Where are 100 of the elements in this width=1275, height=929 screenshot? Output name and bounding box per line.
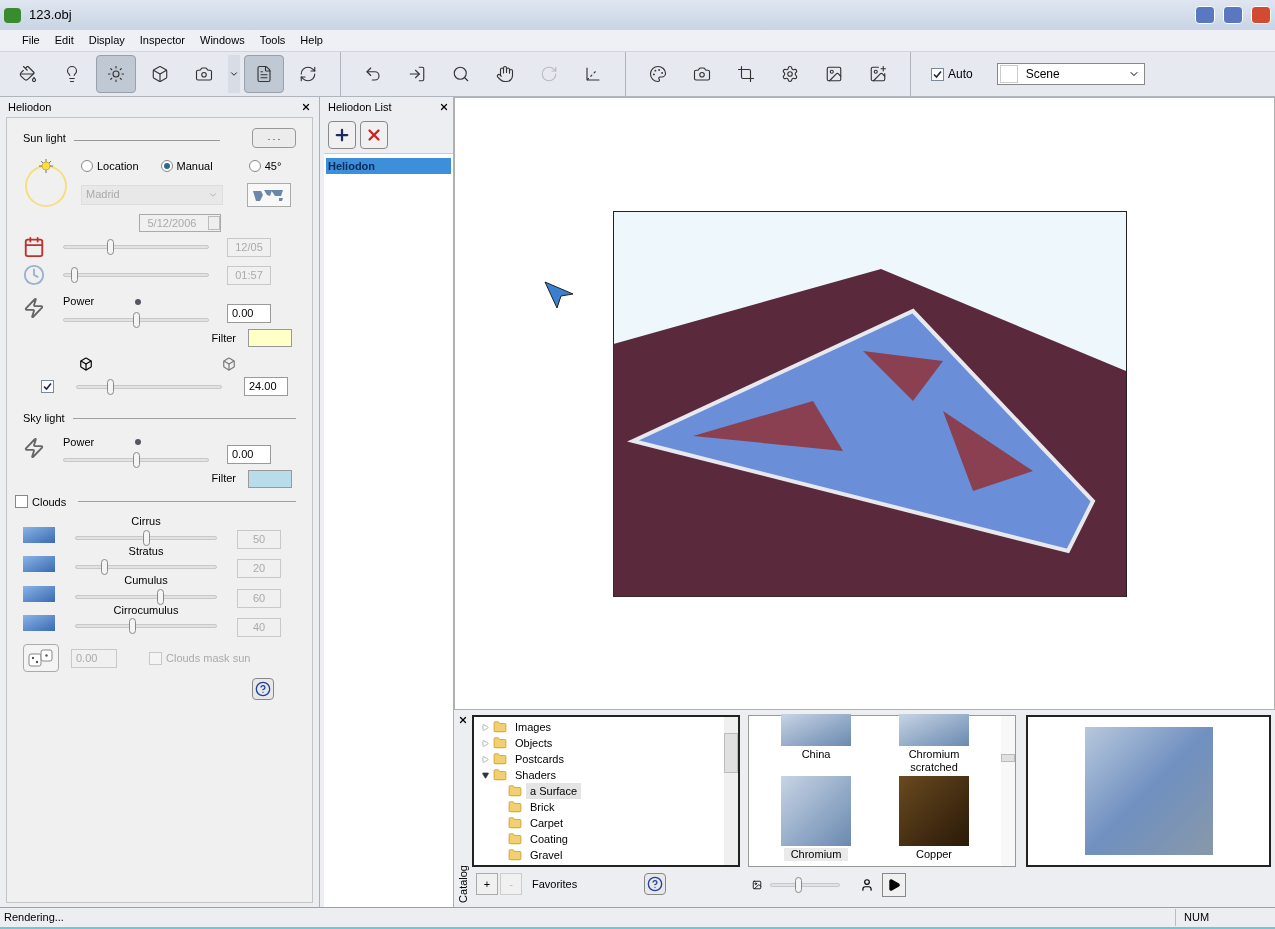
delete-icon (365, 126, 383, 144)
folder-icon (493, 720, 507, 734)
calendar-icon (23, 236, 45, 258)
catalog-label: Catalog (455, 865, 470, 903)
tree-item[interactable]: Gravel (526, 846, 567, 864)
menu-item[interactable]: Tools (259, 32, 286, 49)
minimize-button[interactable] (1195, 6, 1215, 24)
app-logo-icon (4, 7, 21, 23)
cube-icon (151, 65, 169, 83)
dice-button[interactable] (23, 644, 59, 672)
scene-dropdown[interactable]: Scene (996, 63, 1145, 85)
close-icon[interactable] (439, 102, 449, 112)
checkbox-label: Auto (948, 66, 973, 83)
add-button[interactable] (328, 121, 356, 149)
thumbnail-label[interactable]: China (784, 748, 848, 776)
more-button[interactable]: . . . (252, 128, 296, 148)
caret-icon (229, 69, 239, 79)
material-thumbnail[interactable] (899, 776, 969, 846)
folder-icon (493, 768, 507, 782)
gear-icon (781, 65, 799, 83)
menu-item[interactable]: Windows (200, 32, 245, 49)
slider-label: Power (63, 294, 95, 310)
folder-icon (508, 848, 522, 862)
radio-label: Location (97, 159, 139, 174)
checkbox[interactable] (41, 380, 54, 393)
sun-icon (107, 65, 125, 83)
material-thumbnail[interactable] (781, 714, 851, 746)
help-button[interactable] (252, 678, 274, 700)
lightning-icon (23, 437, 45, 459)
close-icon[interactable] (458, 715, 468, 725)
window-title: 123.obj (29, 6, 73, 25)
folder-icon (493, 752, 507, 766)
lightning-icon (23, 296, 45, 319)
checkbox[interactable] (149, 651, 162, 665)
plus-icon (333, 126, 351, 144)
menu-item[interactable]: Edit (54, 32, 74, 49)
expanded-triangle-icon[interactable] (482, 771, 489, 779)
cube-icon (222, 357, 236, 371)
slider-thumb[interactable] (133, 311, 140, 328)
filter-label: Filter (211, 330, 236, 346)
tree-item[interactable]: Images (511, 718, 556, 736)
tree-item[interactable]: Carpet (526, 814, 568, 832)
color-swatch (999, 65, 1018, 83)
play-button[interactable] (882, 873, 906, 897)
value-field[interactable]: 0.00 (227, 304, 271, 323)
radio-button[interactable] (248, 160, 261, 173)
thumbnail-label[interactable]: Chromium scratched (902, 748, 966, 776)
slider-label: Cirrocumulus (113, 602, 179, 618)
world-map-button[interactable] (247, 182, 291, 207)
cloud-thumbnail (23, 615, 55, 631)
tree-item[interactable]: Shaders (511, 766, 560, 784)
scrollbar[interactable] (1001, 716, 1015, 866)
delete-button[interactable] (360, 121, 388, 149)
menu-item[interactable]: File (22, 32, 40, 49)
slider-label: Stratus (128, 543, 164, 559)
tree-item[interactable]: Postcards (511, 750, 568, 768)
menu-item[interactable]: Help (300, 32, 323, 49)
scrollbar[interactable] (724, 717, 738, 865)
cloud-thumbnail (23, 585, 55, 602)
radio-label: Manual (176, 159, 213, 174)
slider-thumb[interactable] (795, 877, 803, 893)
dice-icon (28, 648, 54, 668)
maximize-button[interactable] (1223, 6, 1243, 24)
rotate-icon (540, 65, 558, 83)
menu-item[interactable]: Inspector (139, 32, 186, 49)
undo-icon (364, 65, 382, 83)
help-button[interactable] (644, 873, 666, 895)
panel-title: Heliodon (8, 99, 52, 115)
section-title: Clouds (32, 494, 67, 510)
color-swatch[interactable] (248, 329, 292, 347)
value-field[interactable]: 0.00 (227, 444, 271, 464)
add-favorite-button[interactable]: + (476, 873, 498, 895)
folder-icon (508, 800, 522, 814)
checkbox[interactable] (15, 495, 28, 509)
status-message: Rendering... (3, 910, 65, 926)
color-swatch[interactable] (248, 469, 292, 488)
thumbnail-label[interactable]: Chromium (784, 848, 848, 861)
radio-button[interactable] (81, 160, 93, 173)
material-thumbnail[interactable] (899, 714, 969, 746)
tree-item[interactable]: Coating (526, 830, 572, 848)
radio-button[interactable] (160, 160, 173, 173)
list-item[interactable]: Heliodon (326, 158, 451, 174)
checkbox-label: Clouds mask sun (166, 650, 251, 666)
cube-icon (79, 357, 93, 371)
material-thumbnail[interactable] (781, 776, 851, 846)
thumbnail-label[interactable]: Copper (902, 848, 966, 861)
tree-item[interactable]: Objects (511, 734, 557, 752)
tree-item[interactable]: a Surface (526, 782, 582, 800)
slider-thumb[interactable] (107, 378, 115, 395)
close-button[interactable] (1251, 6, 1271, 24)
slider-thumb[interactable] (133, 452, 140, 469)
value-field[interactable]: 24.00 (244, 377, 288, 396)
spinner-icon (207, 216, 220, 230)
palette-icon (649, 65, 667, 83)
crop-icon (737, 65, 755, 83)
close-icon[interactable] (301, 102, 311, 112)
tree-item[interactable]: Brick (526, 798, 559, 816)
menu-item[interactable]: Display (88, 32, 125, 49)
section-title: Sky light (23, 411, 65, 426)
checkbox[interactable] (931, 67, 944, 81)
